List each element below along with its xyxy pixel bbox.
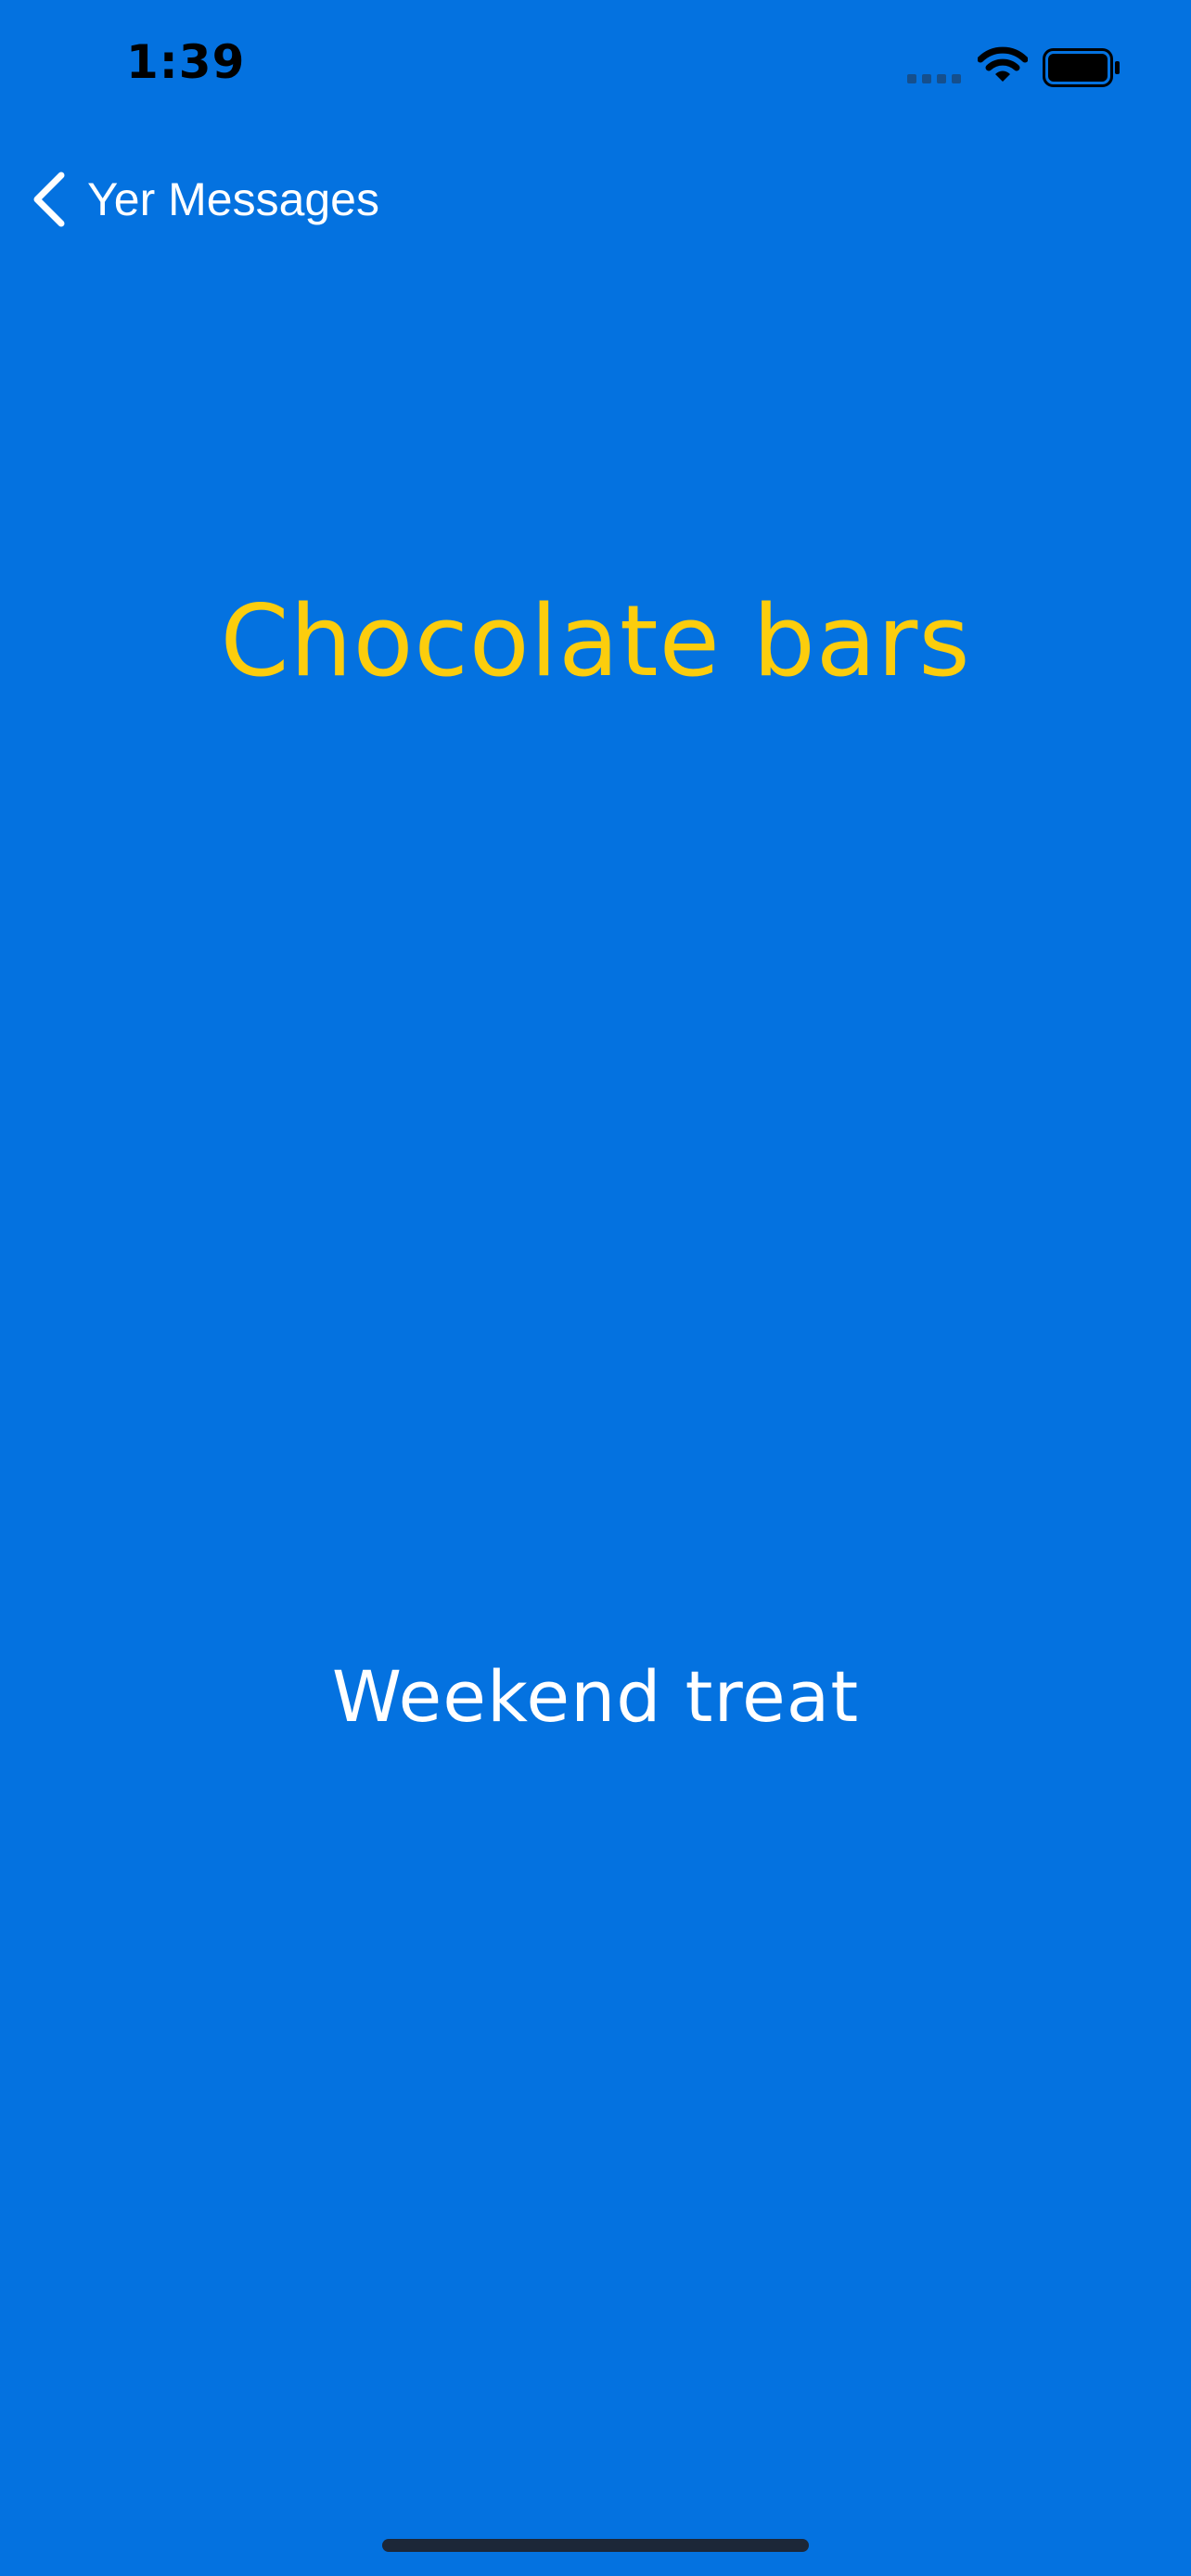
wifi-icon — [978, 46, 1028, 82]
status-bar: 1:39 — [0, 0, 1191, 139]
back-button[interactable]: Yer Messages — [32, 158, 379, 241]
status-time: 1:39 — [126, 35, 246, 89]
page-subtitle: Weekend treat — [331, 1655, 860, 1738]
battery-icon — [1043, 48, 1120, 87]
back-button-label: Yer Messages — [87, 173, 379, 225]
home-indicator[interactable] — [382, 2539, 809, 2552]
page-title: Chocolate bars — [220, 584, 971, 698]
navigation-bar: Yer Messages — [0, 148, 1191, 241]
signal-icon — [907, 74, 961, 83]
chevron-left-icon — [33, 172, 65, 227]
